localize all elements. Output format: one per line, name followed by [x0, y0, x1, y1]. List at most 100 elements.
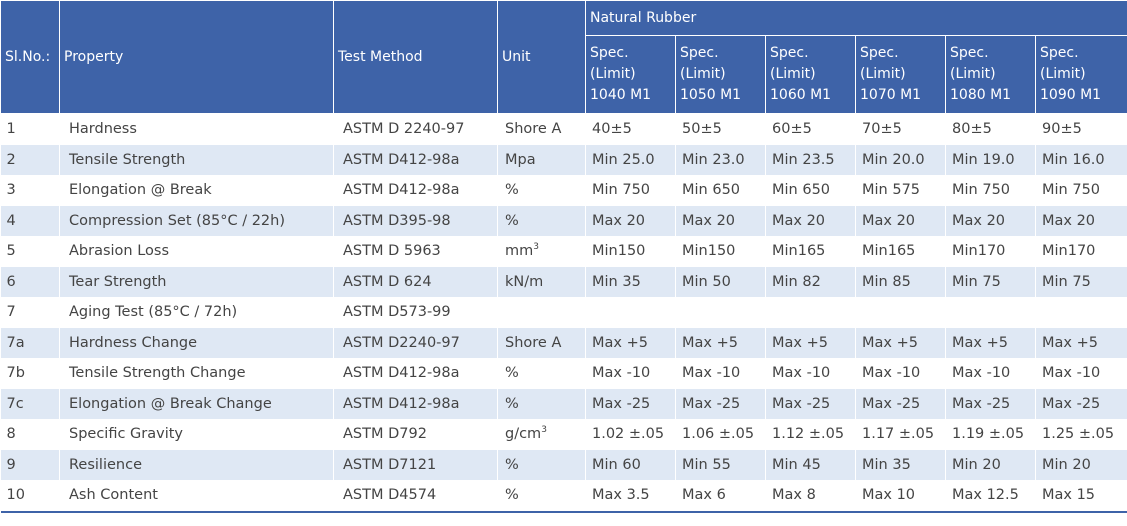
- unit-text: kN/m: [505, 273, 544, 290]
- cell-spec-value: Min 25.0: [585, 144, 676, 175]
- header-spec-0: Spec. (Limit) 1040 M1: [585, 35, 676, 114]
- header-spec-line: 1080 M1: [950, 87, 1012, 103]
- cell-test-method: ASTM D7121: [333, 449, 498, 480]
- cell-spec-value: Max 3.5: [585, 480, 676, 513]
- cell-slno: 9: [0, 449, 60, 480]
- cell-spec-value: Min 45: [765, 449, 856, 480]
- cell-spec-value: Min150: [585, 236, 676, 267]
- header-spec-5: Spec. (Limit) 1090 M1: [1034, 35, 1127, 114]
- header-spec-line: Spec.: [860, 45, 899, 61]
- cell-property: Compression Set (85°C / 22h): [59, 205, 334, 236]
- cell-unit: kN/m: [497, 266, 586, 297]
- cell-slno: 1: [0, 113, 60, 145]
- cell-test-method: ASTM D4574: [333, 480, 498, 513]
- cell-spec-value: [675, 297, 766, 328]
- cell-spec-value: Min150: [675, 236, 766, 267]
- cell-slno: 8: [0, 419, 60, 450]
- cell-spec-value: Min 19.0: [945, 144, 1036, 175]
- header-spec-line: (Limit): [1040, 66, 1086, 82]
- cell-spec-value: 60±5: [765, 113, 856, 145]
- cell-spec-value: [765, 297, 856, 328]
- cell-spec-value: Max +5: [1035, 327, 1127, 358]
- cell-spec-value: Min 60: [585, 449, 676, 480]
- table-row: 5 Abrasion Loss ASTM D 5963 mm3 Min150 Min150…: [0, 236, 1127, 267]
- header-slno: Sl.No.:: [0, 0, 60, 114]
- specification-table: Sl.No.: Property Test Method Unit Natura…: [0, 0, 1127, 513]
- cell-property: Hardness: [59, 113, 334, 145]
- cell-test-method: ASTM D412-98a: [333, 144, 498, 175]
- unit-text: %: [505, 365, 519, 382]
- cell-spec-value: Min 575: [855, 175, 946, 206]
- cell-spec-value: 90±5: [1035, 113, 1127, 145]
- unit-text: Shore A: [505, 334, 562, 351]
- cell-slno: 5: [0, 236, 60, 267]
- header-spec-1: Spec. (Limit) 1050 M1: [675, 35, 766, 114]
- table-header: Sl.No.: Property Test Method Unit Natura…: [0, 0, 1127, 114]
- cell-property: Tensile Strength: [59, 144, 334, 175]
- cell-spec-value: Min 20.0: [855, 144, 946, 175]
- cell-property: Tear Strength: [59, 266, 334, 297]
- cell-spec-value: Min 23.0: [675, 144, 766, 175]
- cell-spec-value: Min 16.0: [1035, 144, 1127, 175]
- cell-spec-value: 80±5: [945, 113, 1036, 145]
- table-row: 6 Tear Strength ASTM D 624 kN/m Min 35 Min 50…: [0, 266, 1127, 297]
- cell-spec-value: Max -10: [855, 358, 946, 389]
- unit-text: %: [505, 395, 519, 412]
- table-row: 3 Elongation @ Break ASTM D412-98a% Min 750…: [0, 175, 1127, 206]
- unit-text: %: [505, 456, 519, 473]
- cell-spec-value: Min 82: [765, 266, 856, 297]
- cell-spec-value: Min 23.5: [765, 144, 856, 175]
- cell-spec-value: Max 15: [1035, 480, 1127, 513]
- cell-property: Elongation @ Break: [59, 175, 334, 206]
- cell-slno: 3: [0, 175, 60, 206]
- cell-spec-value: Max -25: [675, 388, 766, 419]
- header-spec-line: Spec.: [770, 45, 809, 61]
- header-test-method: Test Method: [333, 0, 498, 114]
- header-spec-line: Spec.: [950, 45, 989, 61]
- cell-spec-value: 1.19 ±.05: [945, 419, 1036, 450]
- cell-unit: Shore A: [497, 113, 586, 145]
- cell-spec-value: Min 55: [675, 449, 766, 480]
- cell-spec-value: Min 35: [855, 449, 946, 480]
- cell-test-method: ASTM D792: [333, 419, 498, 450]
- cell-unit: %: [497, 388, 586, 419]
- cell-spec-value: Max -25: [765, 388, 856, 419]
- cell-spec-value: Min 20: [1035, 449, 1127, 480]
- cell-property: Resilience: [59, 449, 334, 480]
- header-natural-rubber: Natural Rubber: [584, 0, 1127, 36]
- header-spec-line: 1090 M1: [1040, 87, 1102, 103]
- cell-spec-value: [1035, 297, 1127, 328]
- cell-spec-value: Max -10: [585, 358, 676, 389]
- cell-unit: %: [497, 358, 586, 389]
- cell-slno: 4: [0, 205, 60, 236]
- cell-spec-value: Min 650: [765, 175, 856, 206]
- unit-text: %: [505, 182, 519, 199]
- cell-test-method: ASTM D 5963: [333, 236, 498, 267]
- cell-spec-value: [945, 297, 1036, 328]
- header-spec-line: (Limit): [590, 66, 636, 82]
- cell-spec-value: [855, 297, 946, 328]
- cell-spec-value: Max -10: [1035, 358, 1127, 389]
- cell-property: Aging Test (85°C / 72h): [59, 297, 334, 328]
- cell-slno: 2: [0, 144, 60, 175]
- cell-spec-value: 1.12 ±.05: [765, 419, 856, 450]
- cell-test-method: ASTM D2240-97: [333, 327, 498, 358]
- cell-spec-value: Max 8: [765, 480, 856, 513]
- table-row: 7a Hardness Change ASTM D2240-97 Shore A Max…: [0, 327, 1127, 358]
- unit-text: Mpa: [505, 151, 536, 168]
- header-spec-line: Spec.: [590, 45, 629, 61]
- cell-test-method: ASTM D412-98a: [333, 175, 498, 206]
- table-row: 1 Hardness ASTM D 2240-97 Shore A 40±5 50±5 60…: [0, 113, 1127, 145]
- header-spec-line: (Limit): [770, 66, 816, 82]
- cell-slno: 7: [0, 297, 60, 328]
- cell-spec-value: [585, 297, 676, 328]
- cell-spec-value: Max -10: [675, 358, 766, 389]
- header-property: Property: [59, 0, 334, 114]
- cell-spec-value: Max +5: [855, 327, 946, 358]
- cell-spec-value: 1.17 ±.05: [855, 419, 946, 450]
- cell-property: Ash Content: [59, 480, 334, 513]
- cell-unit: Shore A: [497, 327, 586, 358]
- unit-text: mm: [505, 243, 534, 260]
- cell-property: Tensile Strength Change: [59, 358, 334, 389]
- table-row: 7c Elongation @ Break Change ASTM D412-98a…: [0, 388, 1127, 419]
